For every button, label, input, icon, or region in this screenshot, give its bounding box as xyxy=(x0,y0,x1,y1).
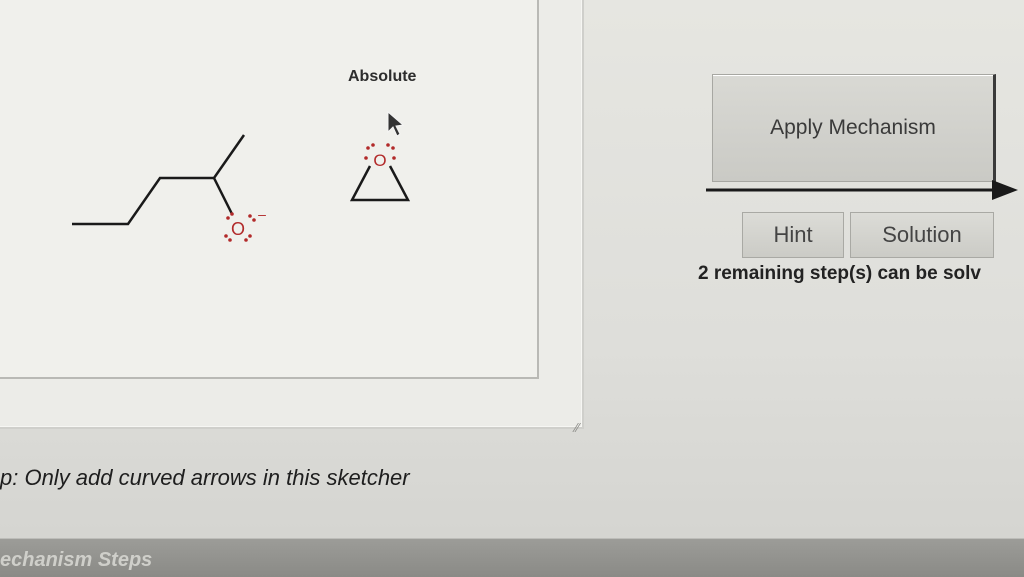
mouse-cursor-icon xyxy=(387,110,405,137)
negative-charge: – xyxy=(258,206,266,222)
carbon-chain-bonds xyxy=(72,134,246,226)
c-o-bond xyxy=(212,177,234,215)
solution-button[interactable]: Solution xyxy=(850,212,994,258)
hint-button[interactable]: Hint xyxy=(742,212,844,258)
apply-mechanism-button[interactable]: Apply Mechanism xyxy=(712,74,996,182)
alkoxide-oxygen[interactable]: O xyxy=(231,219,245,239)
hint-label: Hint xyxy=(773,222,813,247)
epoxide-oxygen[interactable]: O xyxy=(373,151,386,170)
mechanism-steps-header[interactable]: echanism Steps xyxy=(0,538,1024,577)
apply-mechanism-label: Apply Mechanism xyxy=(770,116,936,139)
sketcher-tip: p: Only add curved arrows in this sketch… xyxy=(0,465,410,490)
epoxide-molecule[interactable]: O xyxy=(349,143,411,202)
solution-label: Solution xyxy=(882,222,962,247)
forward-arrow-icon xyxy=(706,180,1018,200)
mechanism-steps-label: echanism Steps xyxy=(0,549,153,571)
alkoxide-molecule[interactable]: O – xyxy=(72,134,266,242)
remaining-steps-text: 2 remaining step(s) can be solv xyxy=(698,263,981,284)
resize-handle-icon[interactable]: ⁄⁄ xyxy=(575,420,579,435)
epoxide-ring-bonds xyxy=(349,165,411,202)
